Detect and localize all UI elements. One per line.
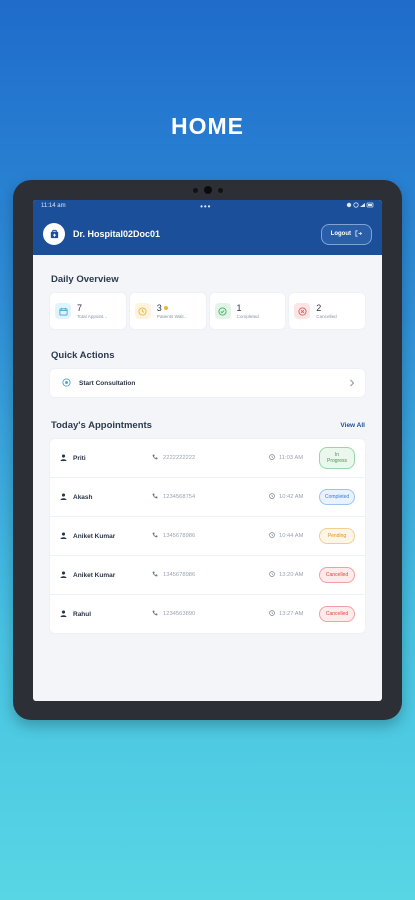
stat-patients-waiting[interactable]: 3 Patients Wait... xyxy=(129,293,206,329)
patient-phone: 2222222222 xyxy=(163,455,196,461)
clock-icon xyxy=(269,493,275,501)
stat-label: Patients Wait... xyxy=(156,313,188,319)
appointments-list: Priti 2222222222 11:03 AM In Progress Ak… xyxy=(50,439,365,633)
stat-label: Cancelled xyxy=(316,313,337,319)
phone-icon xyxy=(152,454,158,462)
clock-icon xyxy=(134,303,151,319)
overview-stats: 7 Total Appoint... 3 Patients Wait... 1 Co… xyxy=(50,293,365,329)
logout-label: Logout xyxy=(330,231,351,237)
stat-value: 7 xyxy=(77,302,83,313)
doctor-name: Dr. Hospital02Doc01 xyxy=(73,229,161,239)
logout-icon xyxy=(355,230,363,239)
appointment-time: 11:03 AM xyxy=(279,455,304,461)
status-badge: Cancelled xyxy=(319,606,355,622)
quick-actions-title: Quick Actions xyxy=(51,350,115,361)
person-icon xyxy=(60,570,67,580)
waiting-dot-icon xyxy=(164,306,169,311)
patient-phone: 1234563890 xyxy=(163,611,196,617)
stat-label: Completed xyxy=(236,313,259,319)
status-time: 11:14 am xyxy=(41,203,66,209)
status-badge: In Progress xyxy=(319,447,355,469)
clock-icon xyxy=(269,610,275,618)
appointment-row[interactable]: Priti 2222222222 11:03 AM In Progress xyxy=(50,439,365,478)
start-consultation-label: Start Consultation xyxy=(79,379,136,387)
status-badge: Pending xyxy=(319,528,355,544)
play-circle-icon xyxy=(62,377,71,389)
clock-icon xyxy=(269,532,275,540)
appointment-row[interactable]: Akash 1234568754 10:42 AM Completed xyxy=(50,478,365,517)
patient-phone: 1345678986 xyxy=(163,572,196,578)
appointment-row[interactable]: Aniket Kumar 1345678986 10:44 AM Pending xyxy=(50,517,365,556)
logout-button[interactable]: Logout xyxy=(320,223,372,245)
patient-name: Aniket Kumar xyxy=(73,532,116,540)
status-icons xyxy=(346,202,374,210)
tablet-frame: 11:14 am ••• Dr. Hospital02Doc01 Logout xyxy=(13,180,402,720)
page-heading: HOME xyxy=(171,113,244,139)
chevron-right-icon xyxy=(349,374,355,392)
x-circle-icon xyxy=(294,303,311,319)
patient-name: Aniket Kumar xyxy=(73,571,116,579)
patient-name: Akash xyxy=(73,493,93,501)
stat-value: 1 xyxy=(236,302,242,313)
appointment-time: 10:44 AM xyxy=(279,533,304,539)
stat-value: 3 xyxy=(156,302,162,313)
appointment-time: 13:27 AM xyxy=(279,611,304,617)
app-screen: 11:14 am ••• Dr. Hospital02Doc01 Logout xyxy=(33,200,382,701)
calendar-icon xyxy=(55,303,71,319)
appointments-title: Today's Appointments xyxy=(51,420,152,431)
stat-cancelled[interactable]: 2 Cancelled xyxy=(289,293,365,329)
status-dots: ••• xyxy=(200,201,212,211)
status-badge: Cancelled xyxy=(319,567,355,583)
camera-icon xyxy=(192,186,223,194)
person-icon xyxy=(60,609,67,619)
stat-total-appointments[interactable]: 7 Total Appoint... xyxy=(50,293,126,329)
patient-name: Priti xyxy=(73,454,86,462)
app-header: 11:14 am ••• Dr. Hospital02Doc01 Logout xyxy=(33,200,382,255)
phone-icon xyxy=(152,571,158,579)
appointment-time: 13:20 AM xyxy=(279,572,304,578)
stat-completed[interactable]: 1 Completed xyxy=(209,293,286,329)
start-consultation-button[interactable]: Start Consultation xyxy=(50,369,365,397)
view-all-link[interactable]: View All xyxy=(340,422,365,429)
appointment-row[interactable]: Aniket Kumar 1345678986 13:20 AM Cancell… xyxy=(50,556,365,595)
person-icon xyxy=(60,453,67,463)
person-icon xyxy=(60,531,67,541)
stat-value: 2 xyxy=(316,302,322,313)
appointment-time: 10:42 AM xyxy=(279,494,304,500)
check-circle-icon xyxy=(214,303,231,319)
daily-overview-title: Daily Overview xyxy=(51,274,119,285)
person-icon xyxy=(60,492,67,502)
stat-label: Total Appoint... xyxy=(77,313,108,319)
patient-name: Rahul xyxy=(73,610,92,618)
appointment-row[interactable]: Rahul 1234563890 13:27 AM Cancelled xyxy=(50,595,365,633)
clock-icon xyxy=(269,454,275,462)
phone-icon xyxy=(152,610,158,618)
clock-icon xyxy=(269,571,275,579)
patient-phone: 1234568754 xyxy=(163,494,196,500)
phone-icon xyxy=(152,493,158,501)
status-badge: Completed xyxy=(319,489,355,505)
hospital-icon xyxy=(43,223,65,245)
patient-phone: 1345678986 xyxy=(163,533,196,539)
phone-icon xyxy=(152,532,158,540)
status-bar: 11:14 am ••• xyxy=(33,200,382,212)
